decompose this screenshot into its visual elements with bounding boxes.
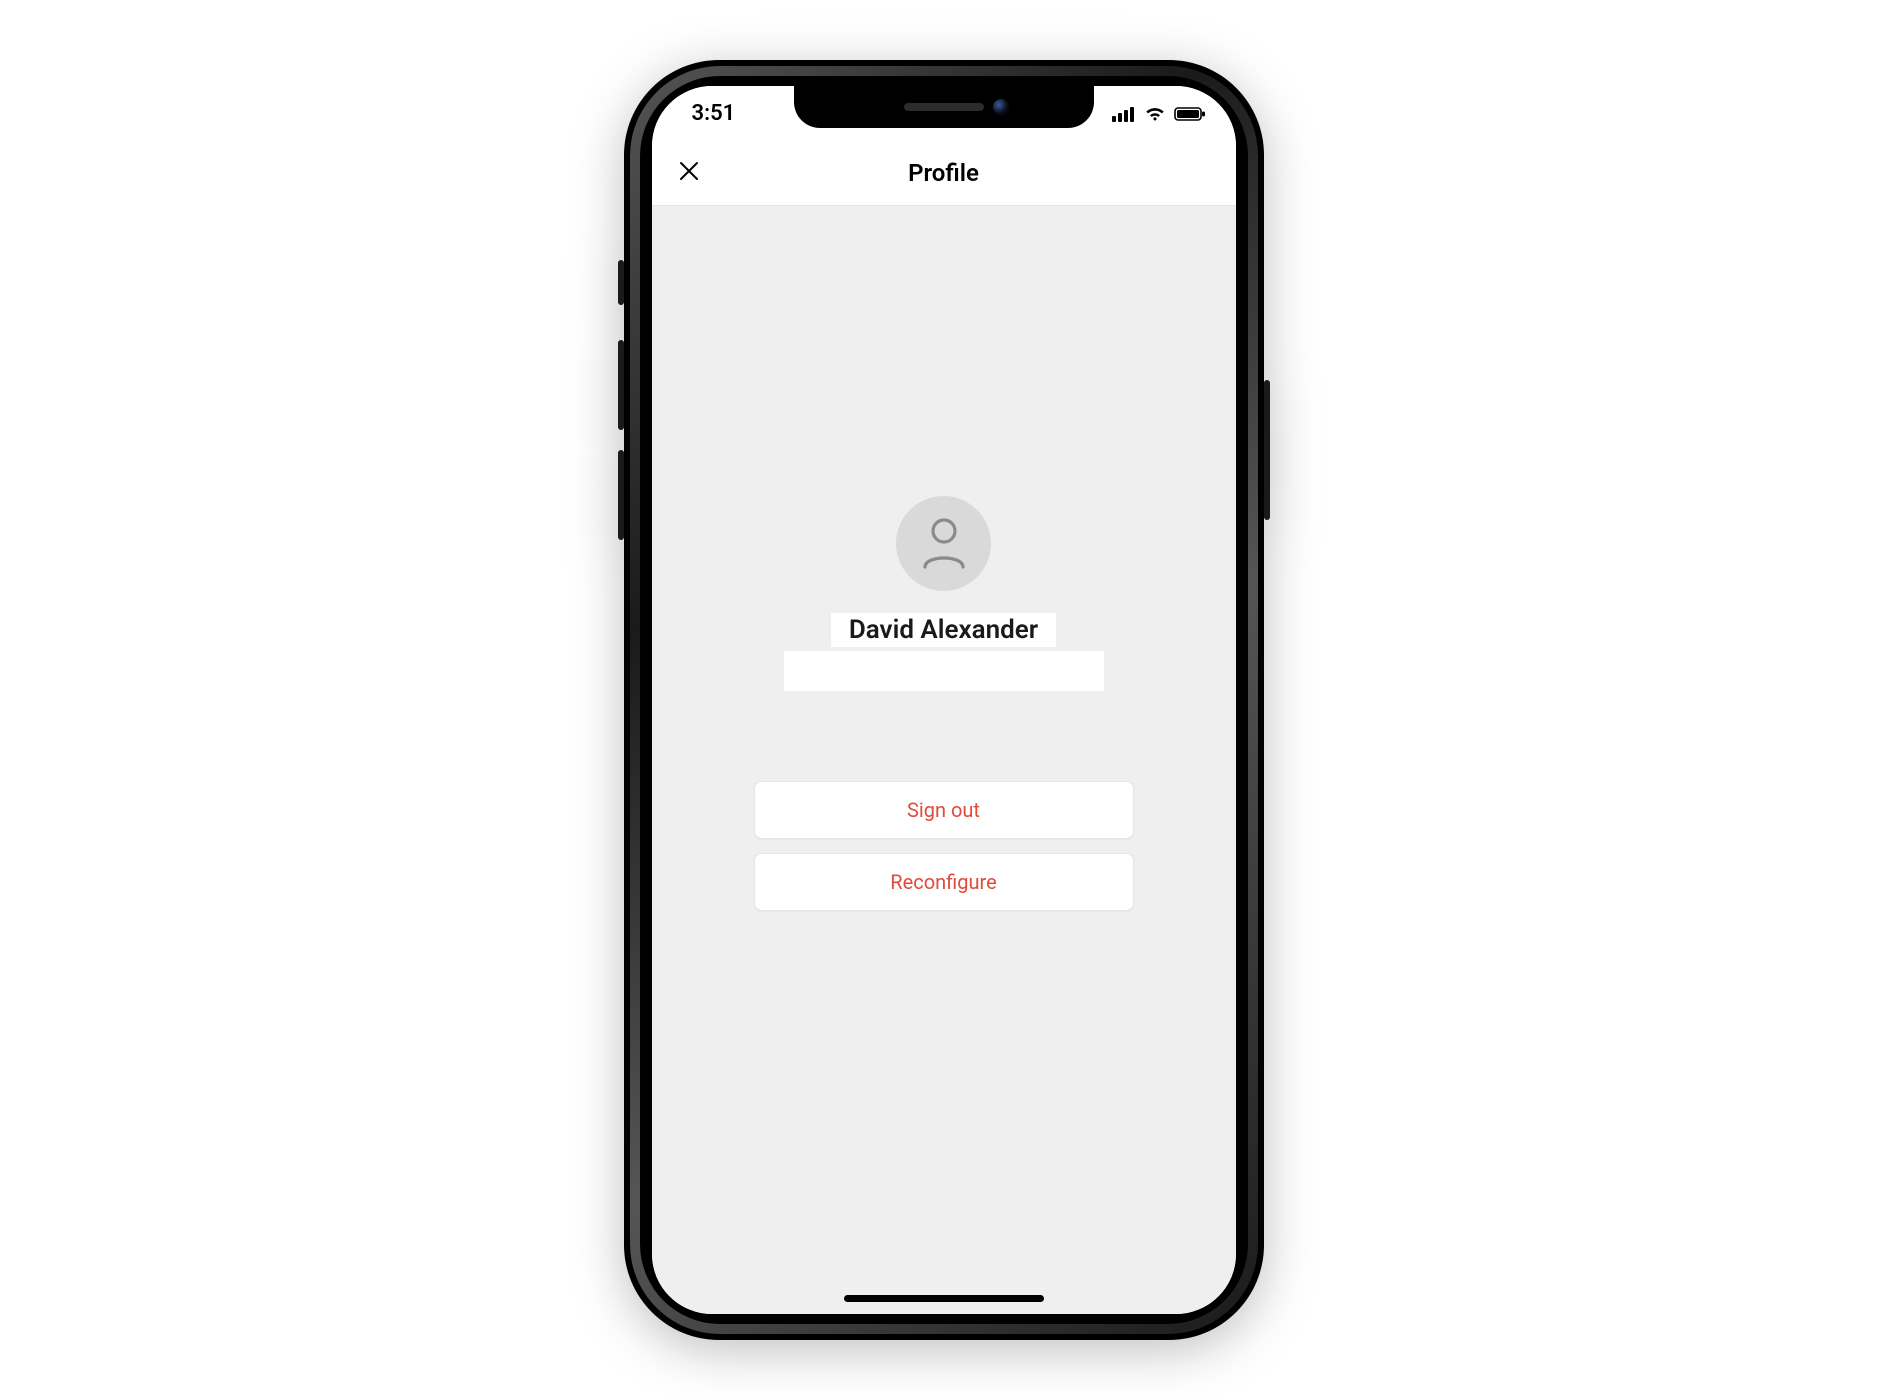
nav-bar: Profile [652, 141, 1236, 206]
close-button[interactable] [674, 158, 704, 188]
reconfigure-button[interactable]: Reconfigure [754, 853, 1134, 911]
close-icon [677, 159, 701, 187]
status-time: 3:51 [692, 101, 736, 126]
avatar[interactable] [896, 496, 991, 591]
user-sub-block [784, 651, 1104, 691]
screen: 3:51 [652, 86, 1236, 1314]
user-name: David Alexander [849, 615, 1038, 645]
status-icons [1112, 106, 1206, 122]
profile-content: David Alexander Sign out Reconfigure [652, 206, 1236, 1314]
battery-icon [1174, 106, 1206, 122]
user-name-block: David Alexander [831, 613, 1056, 647]
person-icon [919, 515, 969, 573]
reconfigure-label: Reconfigure [890, 870, 996, 894]
volume-down-button [618, 450, 624, 540]
sign-out-button[interactable]: Sign out [754, 781, 1134, 839]
notch [794, 86, 1094, 128]
page-title: Profile [908, 159, 979, 187]
mute-switch [618, 260, 624, 305]
action-buttons: Sign out Reconfigure [754, 781, 1134, 911]
cellular-icon [1112, 106, 1136, 122]
front-camera [993, 99, 1009, 115]
home-indicator[interactable] [844, 1295, 1044, 1302]
volume-up-button [618, 340, 624, 430]
sign-out-label: Sign out [907, 798, 980, 822]
wifi-icon [1144, 106, 1166, 122]
power-button [1264, 380, 1270, 520]
phone-mockup: 3:51 [624, 60, 1264, 1340]
speaker-grille [904, 103, 984, 111]
